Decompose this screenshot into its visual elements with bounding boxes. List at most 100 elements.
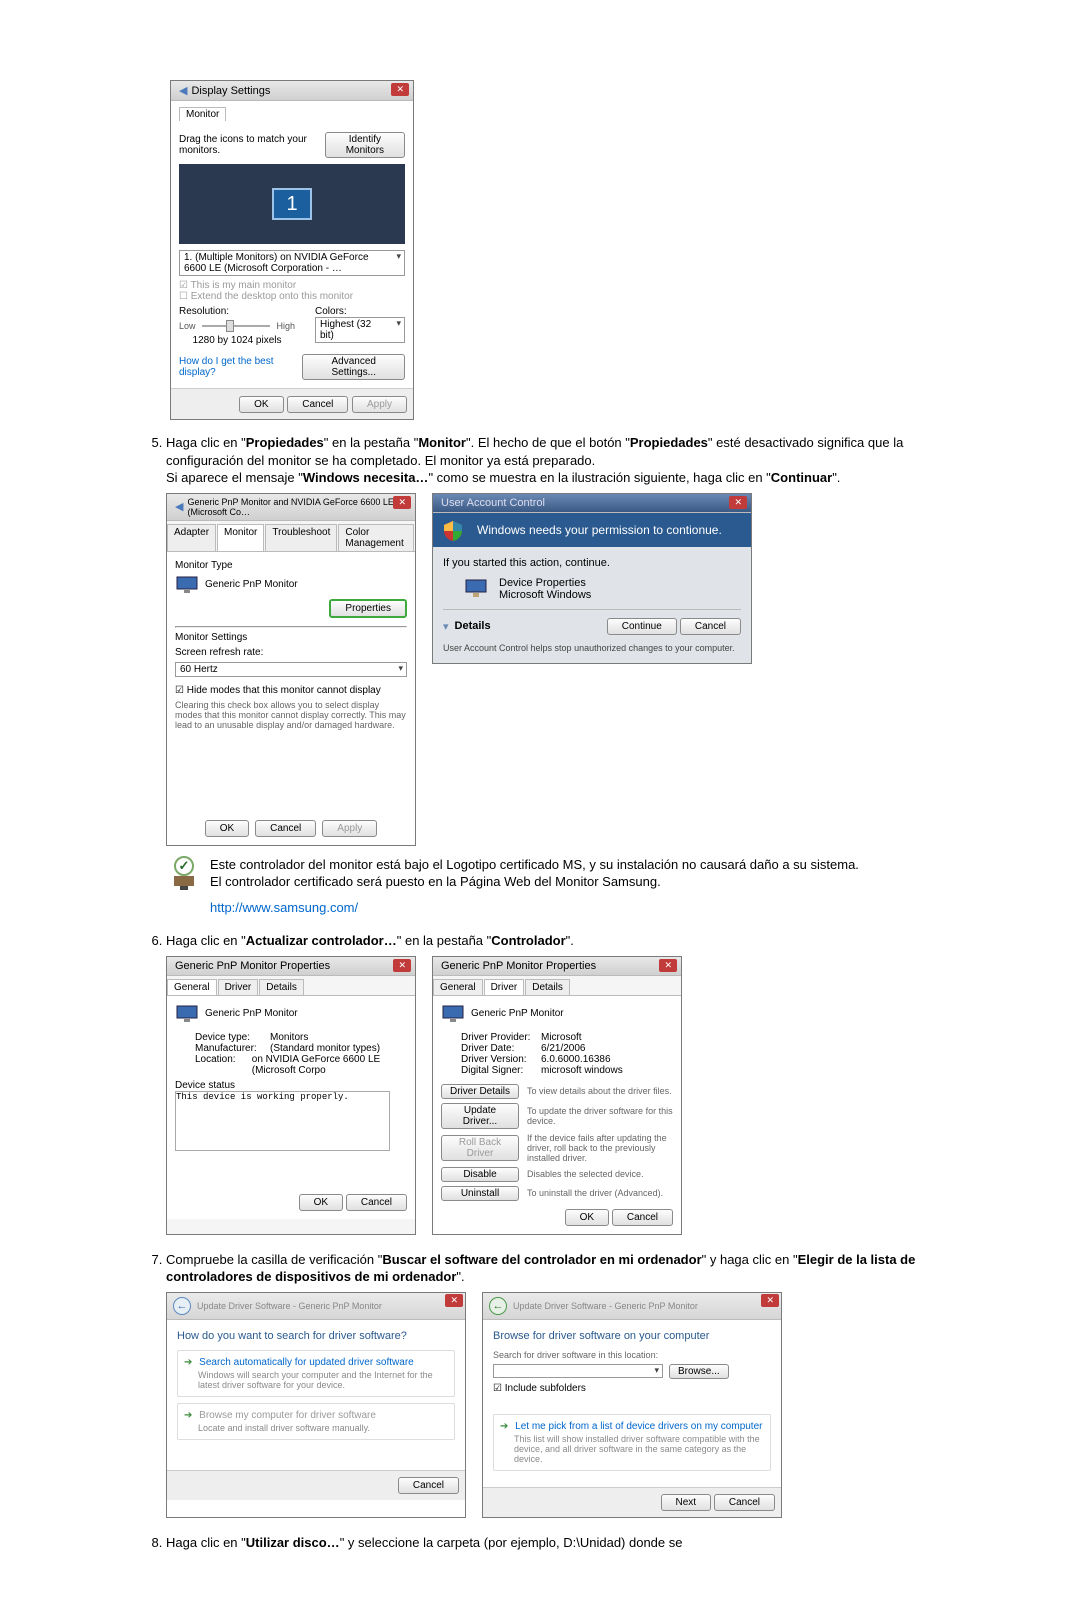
uac-dialog: User Account Control ✕ Windows needs you… (432, 493, 752, 664)
main-monitor-checkbox-label: This is my main monitor (191, 280, 297, 291)
pick-subtext: This list will show installed driver sof… (500, 1434, 764, 1464)
update-driver-desc: To update the driver software for this d… (527, 1106, 673, 1126)
monitor-stand-icon (172, 876, 196, 892)
step-8: Haga clic en "Utilizar disco…" y selecci… (166, 1534, 940, 1552)
text: " como se muestra en la ilustración sigu… (428, 470, 770, 485)
driver-details-desc: To view details about the driver files. (527, 1086, 673, 1096)
dialog-title-text: Generic PnP Monitor and NVIDIA GeForce 6… (187, 497, 407, 517)
ok-button[interactable]: OK (299, 1194, 343, 1211)
best-display-link[interactable]: How do I get the best display? (179, 356, 302, 378)
apply-button: Apply (352, 396, 407, 413)
text-bold: Utilizar disco… (246, 1535, 340, 1550)
browse-computer-option[interactable]: ➔ Browse my computer for driver software… (177, 1403, 455, 1440)
tab-monitor[interactable]: Monitor (179, 107, 226, 121)
uac-device-props: Device Properties (499, 577, 591, 589)
ok-button[interactable]: OK (239, 396, 283, 413)
refresh-rate-label: Screen refresh rate: (175, 647, 407, 658)
tab-color-management[interactable]: Color Management (338, 524, 414, 551)
ok-button[interactable]: OK (205, 820, 249, 837)
cancel-button[interactable]: Cancel (612, 1209, 673, 1226)
back-nav-icon[interactable]: ← (173, 1297, 191, 1315)
path-input[interactable] (493, 1364, 663, 1378)
colors-label: Colors: (315, 306, 405, 317)
tab-details[interactable]: Details (525, 979, 570, 995)
advanced-settings-button[interactable]: Advanced Settings... (302, 354, 405, 380)
arrow-icon: ➔ (184, 1410, 192, 1421)
opt1-label: Search automatically for updated driver … (199, 1357, 414, 1368)
device-icon (463, 578, 489, 600)
close-icon[interactable]: ✕ (393, 959, 411, 972)
resolution-slider[interactable] (202, 325, 271, 327)
search-location-label: Search for driver software in this locat… (493, 1350, 771, 1360)
close-icon[interactable]: ✕ (393, 496, 411, 509)
search-auto-option[interactable]: ➔ Search automatically for updated drive… (177, 1350, 455, 1397)
ok-button[interactable]: OK (565, 1209, 609, 1226)
uninstall-button[interactable]: Uninstall (441, 1186, 519, 1201)
monitor-arrangement-area[interactable]: 1 (179, 164, 405, 244)
text: " en la pestaña " (397, 933, 492, 948)
identify-monitors-button[interactable]: Identify Monitors (325, 132, 405, 158)
cancel-button[interactable]: Cancel (398, 1477, 459, 1494)
cancel-button[interactable]: Cancel (680, 618, 741, 635)
opt1-subtext: Windows will search your computer and th… (184, 1370, 448, 1390)
include-subfolders-label: Include subfolders (505, 1383, 586, 1394)
checkbox-icon[interactable]: ☑ (493, 1383, 502, 1394)
back-icon: ◀ (175, 500, 183, 513)
tab-driver[interactable]: Driver (484, 979, 525, 995)
tab-general[interactable]: General (167, 979, 217, 995)
continue-button[interactable]: Continue (607, 618, 677, 635)
text: ". (832, 470, 840, 485)
display-settings-dialog: ◀ Display Settings ✕ Monitor Drag the ic… (170, 80, 414, 420)
wizard-heading: Browse for driver software on your compu… (493, 1330, 771, 1342)
checkbox-icon[interactable]: ☑ (175, 685, 184, 696)
back-icon: ◀ (179, 84, 187, 97)
refresh-rate-dropdown[interactable]: 60 Hertz (175, 662, 407, 677)
rollback-driver-button: Roll Back Driver (441, 1135, 519, 1161)
samsung-link[interactable]: http://www.samsung.com/ (210, 900, 358, 915)
tab-monitor[interactable]: Monitor (217, 524, 264, 551)
driver-details-button[interactable]: Driver Details (441, 1084, 519, 1099)
extend-desktop-checkbox-label: Extend the desktop onto this monitor (191, 291, 353, 302)
location-label: Location: (195, 1054, 252, 1076)
details-toggle[interactable]: Details (455, 620, 491, 632)
close-icon[interactable]: ✕ (445, 1294, 463, 1307)
text-bold: Propiedades (630, 435, 708, 450)
close-icon[interactable]: ✕ (761, 1294, 779, 1307)
colors-dropdown[interactable]: Highest (32 bit) (315, 317, 405, 343)
text-bold: Buscar el software del controlador en mi… (382, 1252, 701, 1267)
back-nav-icon[interactable]: ← (489, 1297, 507, 1315)
properties-button[interactable]: Properties (329, 599, 407, 618)
pick-from-list-option[interactable]: ➔ Let me pick from a list of device driv… (493, 1414, 771, 1471)
tab-general[interactable]: General (433, 979, 483, 995)
monitor-settings-label: Monitor Settings (175, 632, 407, 643)
monitor-1-tile[interactable]: 1 (272, 188, 312, 220)
resolution-value: 1280 by 1024 pixels (179, 335, 295, 346)
text-bold: Propiedades (246, 435, 324, 450)
tab-troubleshoot[interactable]: Troubleshoot (265, 524, 337, 551)
monitor-name: Generic PnP Monitor (205, 579, 298, 590)
cancel-button[interactable]: Cancel (346, 1194, 407, 1211)
device-status-label: Device status (175, 1080, 407, 1091)
tab-adapter[interactable]: Adapter (167, 524, 216, 551)
disable-button[interactable]: Disable (441, 1167, 519, 1182)
checkmark-icon: ✓ (174, 856, 194, 876)
chevron-down-icon[interactable]: ▾ (443, 620, 449, 633)
close-icon[interactable]: ✕ (659, 959, 677, 972)
monitor-select-dropdown[interactable]: 1. (Multiple Monitors) on NVIDIA GeForce… (179, 250, 405, 276)
rollback-driver-desc: If the device fails after updating the d… (527, 1133, 673, 1163)
text: " y haga clic en " (702, 1252, 798, 1267)
close-icon[interactable]: ✕ (391, 83, 409, 96)
cancel-button[interactable]: Cancel (255, 820, 316, 837)
version-value: 6.0.6000.16386 (541, 1054, 611, 1065)
browse-button[interactable]: Browse... (669, 1364, 729, 1379)
next-button[interactable]: Next (661, 1494, 712, 1511)
tab-driver[interactable]: Driver (218, 979, 259, 995)
text: ". El hecho de que el botón " (466, 435, 630, 450)
close-icon[interactable]: ✕ (729, 496, 747, 509)
text-bold: Monitor (418, 435, 466, 450)
tab-details[interactable]: Details (259, 979, 304, 995)
update-driver-button[interactable]: Update Driver... (441, 1103, 519, 1129)
location-value: on NVIDIA GeForce 6600 LE (Microsoft Cor… (252, 1054, 407, 1076)
cancel-button[interactable]: Cancel (714, 1494, 775, 1511)
cancel-button[interactable]: Cancel (287, 396, 348, 413)
